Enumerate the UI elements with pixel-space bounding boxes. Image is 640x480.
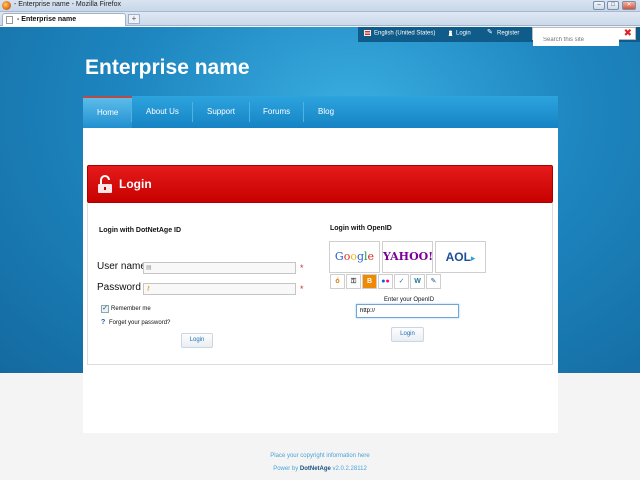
openid-caption: Enter your OpenID [384,297,435,303]
password-required: * [300,284,304,294]
yahoo-provider-button[interactable]: YAHOO! [382,241,433,273]
flickr-icon[interactable]: ●● [378,274,393,289]
password-input[interactable] [143,283,296,295]
language-label: English (United States) [374,30,436,37]
top-register-link[interactable]: ✎ Register [487,29,520,37]
login-title: Login [119,177,152,191]
username-input[interactable] [143,262,296,274]
remember-checkbox[interactable]: ✓ [101,305,109,313]
minimize-button[interactable]: – [593,1,605,10]
close-window-button[interactable]: ✕ [622,1,636,10]
username-label: User name [97,261,146,272]
pen-icon: ✎ [487,29,493,36]
key-icon: ⚷ [146,286,151,292]
top-register-label: Register [497,30,520,37]
username-required: * [300,263,304,273]
nav-item-home[interactable]: Home [83,96,133,128]
forgot-password-link[interactable]: Forget your password? [109,320,170,326]
powered-brand-link[interactable]: DotNetAge [300,466,331,472]
wordpress-icon[interactable]: W [410,274,425,289]
top-login-link[interactable]: Login [448,30,471,37]
new-tab-button[interactable]: + [128,14,140,24]
browser-tab[interactable]: - Enterprise name [2,13,126,26]
nav-item-about-us[interactable]: About Us [132,96,193,128]
browser-tabbar: - Enterprise name + [0,12,640,26]
firefox-icon [2,1,11,10]
lock-icon [98,175,112,193]
verisign-icon[interactable]: ✓ [394,274,409,289]
myopenid-icon[interactable]: ⚿ [346,274,361,289]
local-login-button[interactable]: Login [181,333,213,348]
site-title[interactable]: Enterprise name [85,56,250,80]
nav-item-support[interactable]: Support [193,96,249,128]
blogger-icon[interactable]: B [362,274,377,289]
top-login-label: Login [456,30,471,37]
main-nav: Home About Us Support Forums Blog [83,96,558,128]
footer-powered-by: Power by DotNetAge v2.0.2.28112 [0,466,640,472]
nav-item-forums[interactable]: Forums [249,96,304,128]
powered-prefix: Power by [273,466,299,472]
maximize-button[interactable]: □ [607,1,619,10]
user-field-icon: ▤ [146,265,152,271]
browser-titlebar: - Enterprise name - Mozilla Firefox – □ … [0,0,640,12]
google-provider-button[interactable]: Google [329,241,380,273]
flag-icon [364,30,371,36]
remember-label: Remember me [111,306,151,312]
page-icon [6,16,13,24]
password-label: Password [97,282,141,293]
openid-login-button[interactable]: Login [391,327,424,342]
login-header: Login [87,165,553,203]
local-login-title: Login with DotNetAge ID [99,227,182,234]
google-logo: Google [334,250,375,263]
search-input[interactable] [533,34,619,46]
aol-logo: AOL▸ [445,250,476,264]
window-title: - Enterprise name - Mozilla Firefox [14,1,121,8]
search-clear-icon[interactable]: ✖ [624,28,632,39]
aol-provider-button[interactable]: AOL▸ [435,241,486,273]
yahoo-logo: YAHOO! [383,250,434,263]
language-selector[interactable]: English (United States) [364,30,435,37]
livejournal-icon[interactable]: ✎ [426,274,441,289]
powered-version: v2.0.2.28112 [332,466,367,472]
openid-login-title: Login with OpenID [330,225,392,232]
help-icon: ? [101,319,106,326]
openid-icon[interactable]: ó [330,274,345,289]
openid-input[interactable] [356,304,459,318]
user-icon [448,30,453,36]
footer-copyright: Place your copyright information here [270,453,370,459]
site-search: ✖ [532,27,636,46]
tab-title: - Enterprise name [17,16,77,23]
nav-item-blog[interactable]: Blog [304,96,348,128]
